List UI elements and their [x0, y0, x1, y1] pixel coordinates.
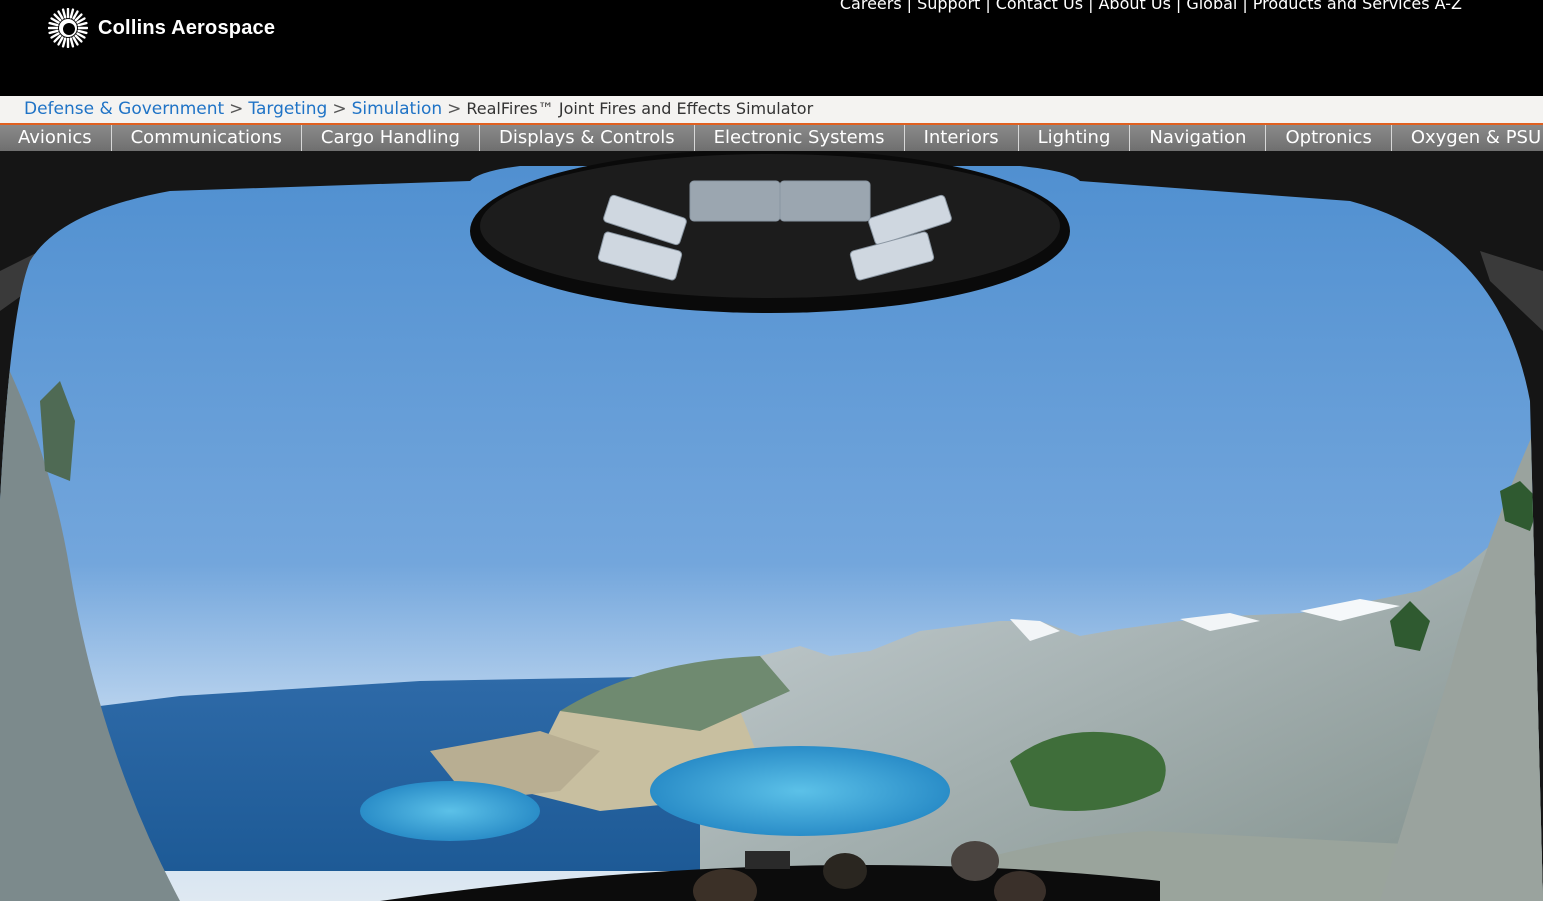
logo-ray [77, 21, 88, 27]
collins-sunburst-icon [48, 8, 88, 48]
logo-ray [77, 29, 88, 35]
utility-link-products-a-z[interactable]: Products and Services A-Z [1253, 0, 1462, 13]
utility-link-global[interactable]: Global [1186, 0, 1237, 13]
product-nav-lighting[interactable]: Lighting [1019, 125, 1131, 151]
utility-separator: | [985, 0, 991, 13]
utility-link-contact-us[interactable]: Contact Us [996, 0, 1083, 13]
breadcrumb-current-page: RealFires™ Joint Fires and Effects Simul… [466, 99, 814, 118]
product-nav-displays-controls[interactable]: Displays & Controls [480, 125, 695, 151]
product-nav-avionics[interactable]: Avionics [0, 125, 112, 151]
logo-ray [69, 8, 75, 19]
breadcrumb-bar: Defense & Government > Targeting > Simulatio… [0, 96, 1543, 124]
utility-separator: | [1242, 0, 1248, 13]
product-nav: Avionics Communications Cargo Handling D… [0, 125, 1543, 151]
brand-logo[interactable]: Collins Aerospace [48, 8, 275, 48]
product-nav-oxygen-psu[interactable]: Oxygen & PSU [1392, 125, 1543, 151]
breadcrumb-separator: > [447, 99, 462, 119]
breadcrumb-separator: > [229, 99, 244, 119]
utility-nav: Careers | Support | Contact Us | About Us | Glob… [840, 0, 1462, 13]
product-nav-navigation[interactable]: Navigation [1130, 125, 1267, 151]
logo-ray [61, 8, 67, 19]
utility-separator: | [1088, 0, 1094, 13]
utility-separator: | [906, 0, 913, 13]
product-nav-interiors[interactable]: Interiors [905, 125, 1019, 151]
site-header: Collins Aerospace Careers | Support | Contac… [0, 0, 1543, 96]
utility-link-about-us[interactable]: About Us [1098, 0, 1170, 13]
breadcrumb-separator: > [332, 99, 347, 119]
product-nav-optronics[interactable]: Optronics [1266, 125, 1392, 151]
logo-ray [61, 37, 67, 48]
breadcrumb-link-defense-government[interactable]: Defense & Government [24, 99, 224, 119]
simulator-dome-image [0, 151, 1543, 901]
product-nav-cargo-handling[interactable]: Cargo Handling [302, 125, 480, 151]
logo-ray [69, 37, 75, 48]
utility-link-support[interactable]: Support [917, 0, 980, 13]
product-nav-communications[interactable]: Communications [112, 125, 302, 151]
product-nav-electronic-systems[interactable]: Electronic Systems [695, 125, 905, 151]
logo-ray [48, 21, 59, 27]
logo-ray [48, 29, 59, 35]
utility-separator: | [1175, 0, 1182, 13]
breadcrumb-link-simulation[interactable]: Simulation [352, 99, 443, 119]
brand-name: Collins Aerospace [98, 16, 276, 39]
breadcrumb-link-targeting[interactable]: Targeting [248, 99, 327, 119]
breadcrumb: Defense & Government > Targeting > Simulatio… [24, 99, 813, 119]
utility-link-careers[interactable]: Careers [840, 0, 902, 13]
hero-image [0, 151, 1543, 901]
